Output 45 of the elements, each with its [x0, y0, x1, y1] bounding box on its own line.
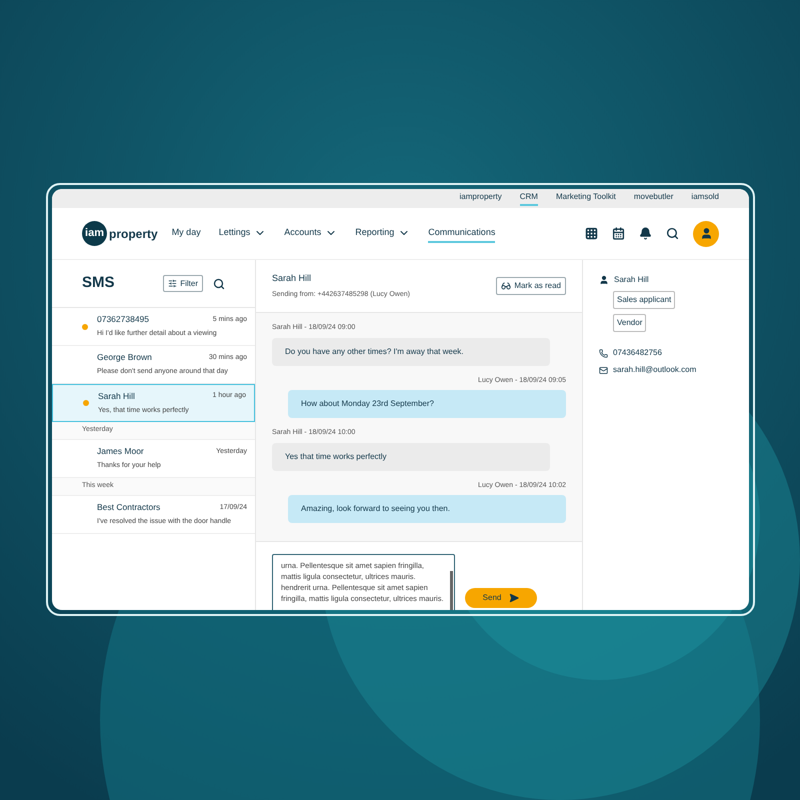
- contact-name: Sarah Hill: [614, 274, 649, 286]
- top-link[interactable]: iamsold: [691, 191, 719, 206]
- logo-text: property: [109, 226, 158, 242]
- sliders-icon: [168, 279, 178, 288]
- bell-icon[interactable]: [639, 227, 652, 240]
- calendar-icon[interactable]: [612, 227, 625, 240]
- search-icon[interactable]: [666, 227, 679, 240]
- mark-as-read-button[interactable]: Mark as read: [496, 277, 566, 295]
- contact-name: James Moor: [97, 445, 144, 458]
- send-button[interactable]: Send: [465, 588, 537, 608]
- message-bubble: How about Monday 23rd September?: [288, 390, 566, 418]
- contact-tag: Vendor: [613, 314, 646, 332]
- top-link[interactable]: CRM: [520, 191, 538, 206]
- logo-mark: iam: [82, 221, 107, 246]
- apps-grid-icon[interactable]: [585, 227, 598, 240]
- scrollbar-thumb[interactable]: [450, 571, 453, 610]
- top-link[interactable]: movebutler: [634, 191, 674, 206]
- contact-name: George Brown: [97, 351, 152, 364]
- user-icon: [700, 227, 712, 240]
- contact-tag: Sales applicant: [613, 291, 676, 309]
- top-link[interactable]: Marketing Toolkit: [556, 191, 616, 206]
- nav-link[interactable]: Accounts: [284, 224, 338, 244]
- nav-link[interactable]: Lettings: [218, 224, 266, 244]
- panel-title: SMS: [82, 273, 115, 294]
- email-address: sarah.hill@outlook.com: [613, 364, 696, 376]
- user-avatar-button[interactable]: [693, 220, 719, 246]
- message-bubble: Do you have any other times? I'm away that week.: [272, 338, 550, 366]
- send-icon: [509, 593, 520, 603]
- contact-name: Sarah Hill: [98, 390, 135, 403]
- contact-name: Best Contractors: [97, 501, 160, 514]
- glasses-icon: [501, 281, 512, 291]
- nav-link[interactable]: My day: [172, 224, 201, 244]
- person-icon: [599, 275, 609, 285]
- nav-link[interactable]: Reporting: [355, 224, 410, 244]
- contact-name: 07362738495: [97, 313, 150, 326]
- email-icon: [599, 366, 608, 374]
- phone-number: 07436482756: [613, 347, 662, 359]
- nav-link[interactable]: Communications: [428, 224, 496, 244]
- top-link[interactable]: iamproperty: [459, 191, 502, 206]
- message-bubble: Yes that time works perfectly: [272, 442, 550, 470]
- phone-icon: [599, 348, 608, 358]
- message-bubble: Amazing, look forward to seeing you then.: [288, 495, 566, 523]
- filter-button[interactable]: Filter: [163, 275, 203, 292]
- thread-title: Sarah Hill: [272, 272, 312, 285]
- search-icon[interactable]: [213, 278, 225, 290]
